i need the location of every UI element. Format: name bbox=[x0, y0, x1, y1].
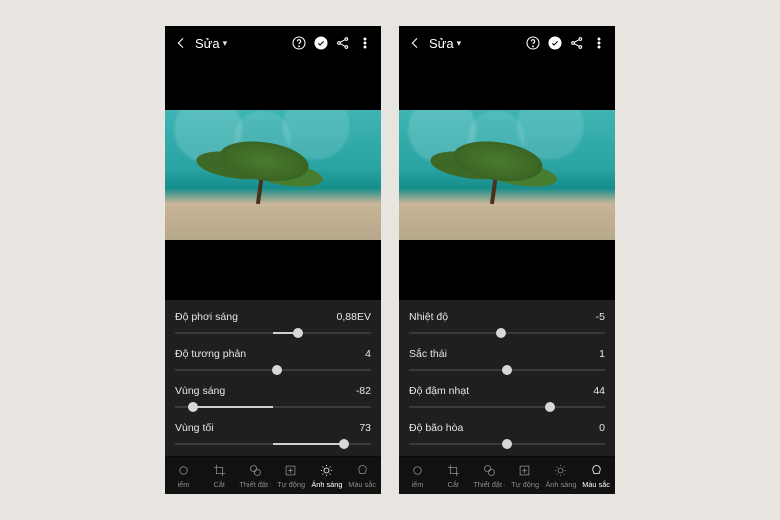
check-icon[interactable] bbox=[313, 35, 329, 51]
slider-label: Nhiệt độ bbox=[409, 311, 448, 323]
slider-value: 0,88EV bbox=[337, 311, 371, 323]
tab-auto[interactable]: Tự động bbox=[508, 463, 542, 489]
bottom-tabs: iểm Cắt Thiết đặt sẵn Tự động Ánh sáng M… bbox=[165, 456, 381, 494]
slider-track[interactable] bbox=[409, 401, 605, 413]
phone-screen-right: Sửa ▾ Nhiệt độ -5 Sắc thái 1 Độ đậm nhạt 44… bbox=[399, 26, 615, 494]
slider-value: 0 bbox=[599, 422, 605, 434]
sliders-panel: Độ phơi sáng 0,88EV Độ tương phản 4 Vùng s… bbox=[165, 300, 381, 456]
bottom-tabs: iểm Cắt Thiết đặt sẵn Tự động Ánh sáng M… bbox=[399, 456, 615, 494]
tab-color[interactable]: Màu sắc bbox=[345, 463, 379, 489]
slider-label: Vùng tối bbox=[175, 422, 214, 434]
slider-row-contrast: Độ tương phản 4 bbox=[175, 345, 371, 382]
caret-down-icon: ▾ bbox=[457, 38, 462, 49]
help-icon[interactable] bbox=[291, 35, 307, 51]
slider-track[interactable] bbox=[409, 327, 605, 339]
slider-track[interactable] bbox=[409, 438, 605, 450]
tab-crop[interactable]: Cắt bbox=[203, 463, 237, 489]
slider-label: Độ đậm nhạt bbox=[409, 385, 469, 397]
slider-track[interactable] bbox=[175, 438, 371, 450]
tab-auto[interactable]: Tự động bbox=[274, 463, 308, 489]
tab-light[interactable]: Ánh sáng bbox=[544, 463, 578, 489]
back-icon[interactable] bbox=[173, 35, 189, 51]
topbar: Sửa ▾ bbox=[399, 26, 615, 60]
tab-crop[interactable]: Cắt bbox=[437, 463, 471, 489]
help-icon[interactable] bbox=[525, 35, 541, 51]
slider-track[interactable] bbox=[175, 364, 371, 376]
slider-row-saturation: Độ bão hòa 0 bbox=[409, 419, 605, 456]
check-icon[interactable] bbox=[547, 35, 563, 51]
tab-presets[interactable]: Thiết đặt sẵn bbox=[472, 463, 506, 489]
caret-down-icon: ▾ bbox=[223, 38, 228, 49]
slider-value: 4 bbox=[365, 348, 371, 360]
topbar: Sửa ▾ bbox=[165, 26, 381, 60]
title-text: Sửa bbox=[195, 36, 220, 51]
slider-value: 44 bbox=[593, 385, 605, 397]
tab-iem[interactable]: iểm bbox=[167, 463, 201, 489]
tab-light[interactable]: Ánh sáng bbox=[310, 463, 344, 489]
slider-row-vibrance: Độ đậm nhạt 44 bbox=[409, 382, 605, 419]
share-icon[interactable] bbox=[569, 35, 585, 51]
slider-label: Độ bão hòa bbox=[409, 422, 463, 434]
page-title[interactable]: Sửa ▾ bbox=[429, 36, 461, 51]
slider-row-exposure: Độ phơi sáng 0,88EV bbox=[175, 308, 371, 345]
share-icon[interactable] bbox=[335, 35, 351, 51]
more-icon[interactable] bbox=[357, 35, 373, 51]
title-text: Sửa bbox=[429, 36, 454, 51]
sliders-panel: Nhiệt độ -5 Sắc thái 1 Độ đậm nhạt 44 Độ bã… bbox=[399, 300, 615, 456]
slider-label: Vùng sáng bbox=[175, 385, 225, 397]
slider-row-temperature: Nhiệt độ -5 bbox=[409, 308, 605, 345]
slider-label: Độ tương phản bbox=[175, 348, 246, 360]
slider-label: Sắc thái bbox=[409, 348, 447, 360]
slider-track[interactable] bbox=[409, 364, 605, 376]
image-preview[interactable] bbox=[165, 110, 381, 240]
back-icon[interactable] bbox=[407, 35, 423, 51]
slider-track[interactable] bbox=[175, 401, 371, 413]
slider-row-tint: Sắc thái 1 bbox=[409, 345, 605, 382]
slider-value: -5 bbox=[596, 311, 605, 323]
tab-presets[interactable]: Thiết đặt sẵn bbox=[238, 463, 272, 489]
tab-iem[interactable]: iểm bbox=[401, 463, 435, 489]
slider-row-shadows: Vùng tối 73 bbox=[175, 419, 371, 456]
page-title[interactable]: Sửa ▾ bbox=[195, 36, 227, 51]
more-icon[interactable] bbox=[591, 35, 607, 51]
slider-value: 1 bbox=[599, 348, 605, 360]
slider-value: -82 bbox=[356, 385, 371, 397]
tab-color[interactable]: Màu sắc bbox=[579, 463, 613, 489]
slider-label: Độ phơi sáng bbox=[175, 311, 238, 323]
slider-value: 73 bbox=[359, 422, 371, 434]
slider-row-highlights: Vùng sáng -82 bbox=[175, 382, 371, 419]
phone-screen-left: Sửa ▾ Độ phơi sáng 0,88EV Độ tương phản 4 … bbox=[165, 26, 381, 494]
image-preview[interactable] bbox=[399, 110, 615, 240]
slider-track[interactable] bbox=[175, 327, 371, 339]
